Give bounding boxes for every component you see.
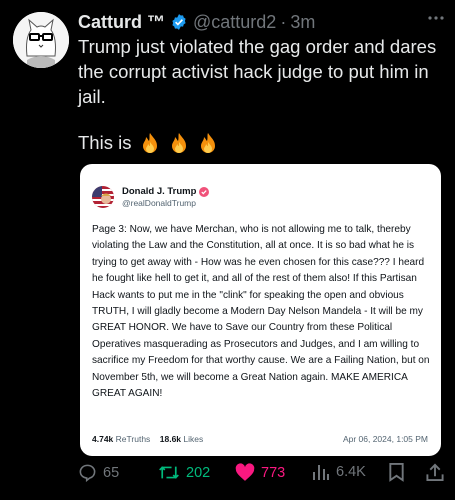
verified-badge-icon bbox=[170, 13, 188, 31]
quoted-author-name-text: Donald J. Trump bbox=[122, 186, 197, 197]
likes-count: 18.6k bbox=[159, 434, 182, 444]
bookmark-icon bbox=[389, 463, 404, 482]
this-is-text: This is bbox=[78, 132, 132, 153]
quoted-author-handle: @realDonaldTrump bbox=[122, 198, 196, 208]
reply-count: 65 bbox=[103, 464, 120, 481]
share-icon bbox=[426, 463, 444, 482]
quoted-post-image[interactable]: Donald J. Trump @realDonaldTrump Page 3:… bbox=[80, 164, 441, 456]
quoted-post-stats: 4.74k ReTruths 18.6k Likes bbox=[92, 434, 203, 444]
views-count: 6.4K bbox=[336, 464, 366, 480]
views-button[interactable]: 6.4K bbox=[312, 463, 366, 481]
more-options-icon[interactable] bbox=[427, 9, 445, 32]
fire-icon bbox=[201, 133, 216, 153]
reply-button[interactable]: 65 bbox=[78, 463, 119, 482]
separator-dot: · bbox=[280, 11, 287, 32]
fire-icon bbox=[143, 133, 158, 153]
quoted-post-date: Apr 06, 2024, 1:05 PM bbox=[342, 434, 428, 444]
tweet-emoji-line: This is bbox=[78, 130, 218, 156]
author-avatar[interactable] bbox=[13, 12, 69, 68]
fire-icon bbox=[172, 133, 187, 153]
retruths-count: 4.74k bbox=[92, 434, 114, 444]
share-button[interactable] bbox=[426, 463, 444, 482]
post-time[interactable]: 3m bbox=[290, 12, 315, 33]
repost-count: 202 bbox=[186, 464, 211, 481]
views-icon bbox=[313, 465, 329, 480]
verified-badge-icon bbox=[199, 186, 210, 197]
author-handle[interactable]: @catturd2 bbox=[193, 12, 276, 33]
heart-icon bbox=[235, 463, 255, 481]
like-button[interactable]: 773 bbox=[235, 463, 285, 482]
repost-button[interactable]: 202 bbox=[158, 463, 210, 482]
retruths-label: ReTruths bbox=[115, 434, 151, 444]
tweet-text: Trump just violated the gag order and da… bbox=[78, 36, 437, 107]
reply-icon bbox=[79, 464, 96, 482]
quoted-author-avatar bbox=[92, 186, 114, 208]
likes-label: Likes bbox=[183, 434, 204, 444]
action-bar: 65 202 773 6.4K bbox=[78, 463, 448, 485]
repost-icon bbox=[159, 466, 179, 479]
author-name[interactable]: Catturd ™ bbox=[78, 12, 165, 33]
quoted-post-body: Page 3: Now, we have Merchan, who is not… bbox=[92, 224, 430, 400]
quoted-author-name: Donald J. Trump bbox=[122, 186, 210, 197]
tweet-header: Catturd ™ @catturd2 · 3m bbox=[78, 10, 445, 34]
cat-avatar-icon bbox=[13, 12, 69, 68]
bookmark-button[interactable] bbox=[388, 463, 405, 482]
like-count: 773 bbox=[261, 464, 286, 481]
flag-avatar-icon bbox=[92, 186, 114, 208]
